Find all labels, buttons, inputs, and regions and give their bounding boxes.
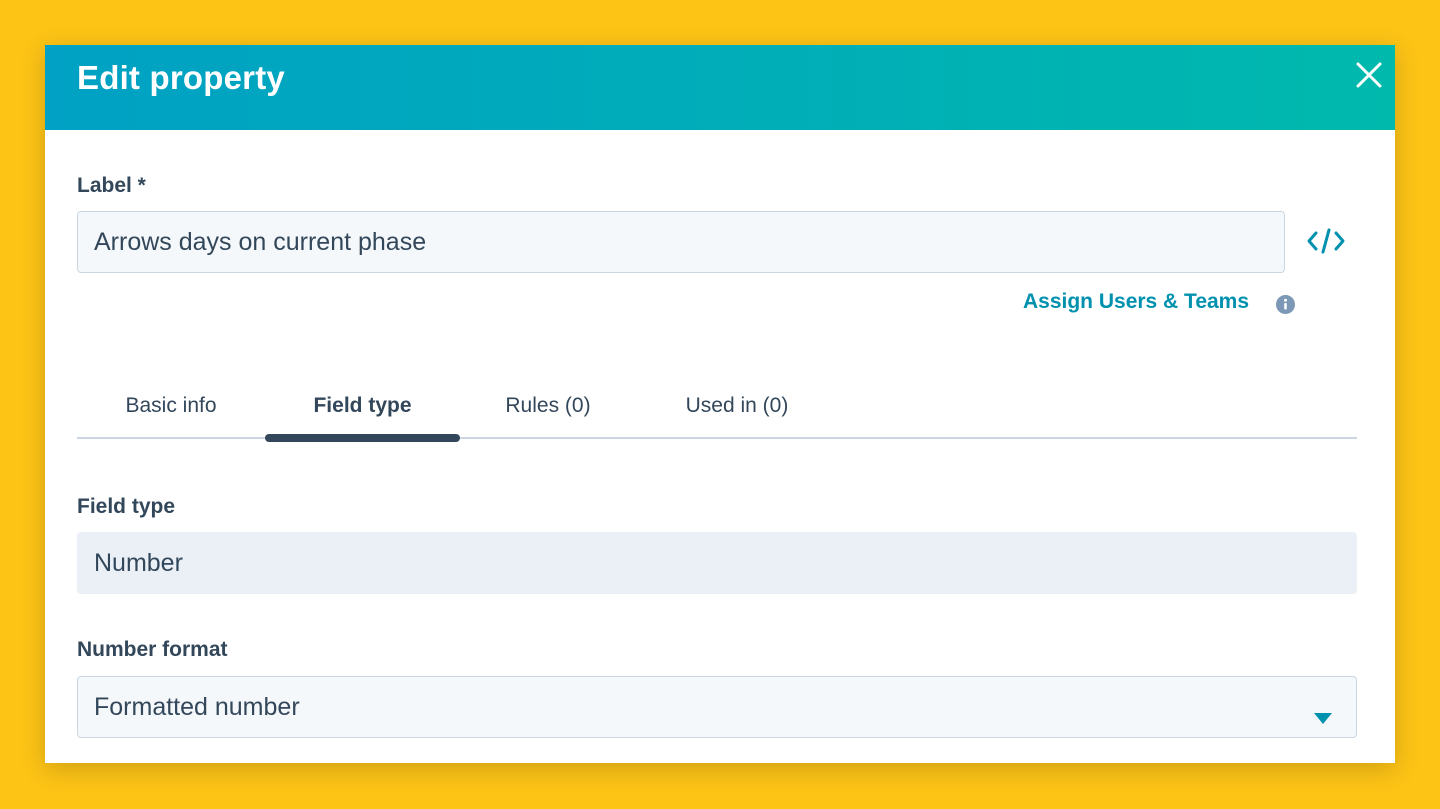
number-format-value: Formatted number [94,692,300,721]
edit-property-modal: Edit property Label * Arrows days on cur… [45,45,1395,763]
tab-field-type[interactable]: Field type [265,375,460,437]
label-input-value: Arrows days on current phase [94,227,427,256]
info-icon[interactable] [1276,295,1295,314]
number-format-label: Number format [77,638,228,661]
active-tab-indicator [265,434,460,442]
number-format-select[interactable]: Formatted number [77,676,1357,738]
field-type-value-text: Number [94,548,183,577]
caret-down-icon [1314,702,1332,724]
label-field-label: Label * [77,174,146,197]
tab-basic-info[interactable]: Basic info [77,375,265,437]
modal-title: Edit property [77,59,285,96]
label-input[interactable]: Arrows days on current phase [77,211,1285,273]
tab-used-in[interactable]: Used in (0) [636,375,838,437]
field-type-label: Field type [77,495,176,518]
code-icon[interactable] [1306,226,1346,256]
tab-rules[interactable]: Rules (0) [460,375,636,437]
property-tabs: Basic info Field type Rules (0) Used in … [77,375,1357,442]
close-icon[interactable] [1351,57,1387,93]
modal-header: Edit property [45,45,1395,130]
field-type-value: Number [77,532,1357,594]
assign-users-teams-link[interactable]: Assign Users & Teams [1023,290,1249,314]
